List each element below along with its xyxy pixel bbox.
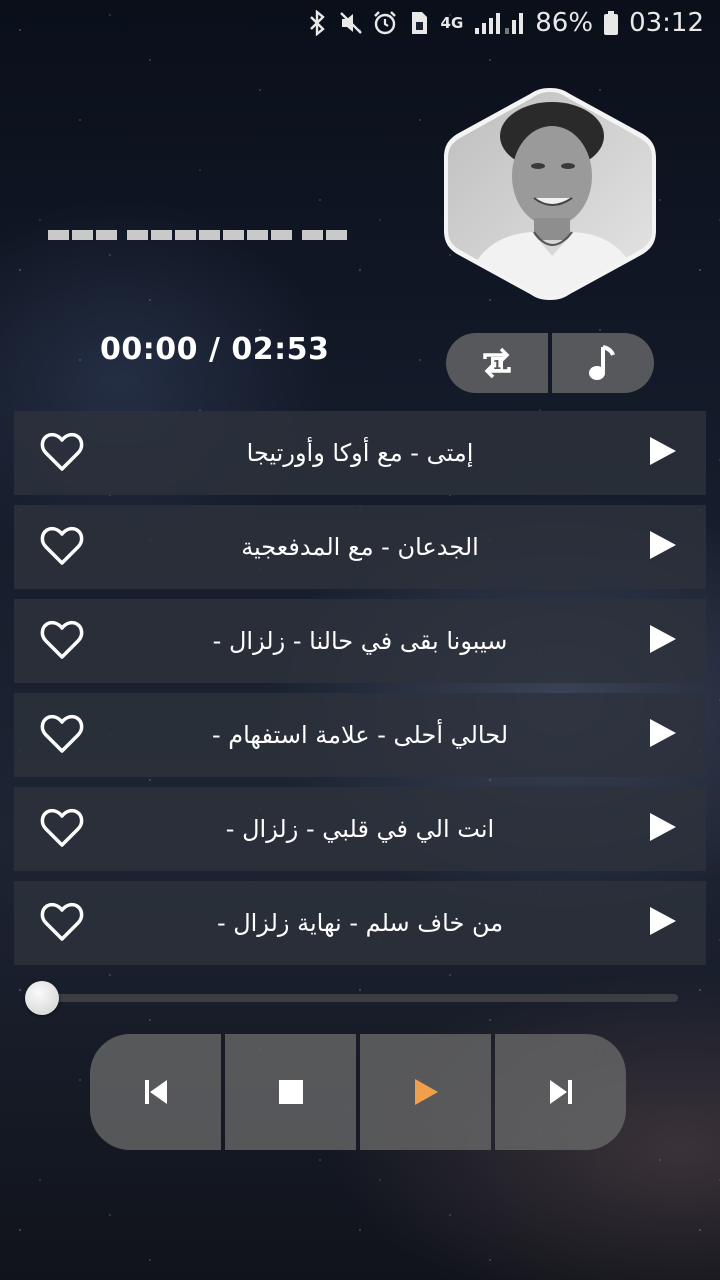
repeat-one-icon: 1 (483, 347, 511, 379)
play-icon[interactable] (650, 625, 676, 653)
alarm-icon (373, 11, 396, 35)
repeat-one-button[interactable]: 1 (446, 333, 548, 393)
sim-icon (411, 12, 427, 34)
stop-button[interactable] (225, 1034, 356, 1150)
skip-next-icon (549, 1080, 572, 1104)
music-note-button[interactable] (552, 333, 654, 393)
track-title: إمتى - مع أوكا وأورتيجا (246, 439, 474, 467)
bluetooth-icon (309, 10, 325, 36)
artist-avatar (442, 86, 658, 302)
play-icon[interactable] (650, 719, 676, 747)
playback-mode-group: 1 (446, 333, 654, 393)
track-row[interactable]: من خاف سلم - نهاية زلزال - (14, 881, 706, 965)
heart-icon[interactable] (38, 523, 86, 571)
track-title: الجدعان - مع المدفعجية (241, 533, 479, 561)
play-button[interactable] (360, 1034, 491, 1150)
track-title: سيبونا بقى في حالنا - زلزال - (212, 627, 508, 655)
heart-icon[interactable] (38, 805, 86, 853)
play-icon (414, 1079, 438, 1105)
track-title: من خاف سلم - نهاية زلزال - (216, 909, 504, 937)
previous-button[interactable] (90, 1034, 221, 1150)
network-type: 4G (440, 14, 464, 32)
play-icon[interactable] (650, 813, 676, 841)
status-time: 03:12 (629, 8, 704, 38)
track-list: إمتى - مع أوكا وأورتيجا الجدعان - مع الم… (14, 411, 706, 975)
next-button[interactable] (495, 1034, 626, 1150)
heart-icon[interactable] (38, 899, 86, 947)
play-icon[interactable] (650, 907, 676, 935)
battery-percent: 86% (535, 8, 594, 38)
track-row[interactable]: سيبونا بقى في حالنا - زلزال - (14, 599, 706, 683)
track-title: لحالي أحلى - علامة استفهام - (211, 721, 509, 749)
music-note-icon (589, 345, 615, 380)
svg-text:1: 1 (493, 358, 501, 372)
mute-icon (339, 12, 362, 34)
battery-icon (604, 11, 619, 35)
signal-icon (475, 13, 524, 34)
seek-bar[interactable] (42, 994, 678, 1002)
heart-icon[interactable] (38, 617, 86, 665)
stop-icon (278, 1080, 303, 1104)
track-title: انت الي في قلبي - زلزال - (225, 815, 495, 843)
skip-previous-icon (144, 1080, 167, 1104)
heart-icon[interactable] (38, 429, 86, 477)
track-row[interactable]: انت الي في قلبي - زلزال - (14, 787, 706, 871)
play-icon[interactable] (650, 531, 676, 559)
play-icon[interactable] (650, 437, 676, 465)
transport-controls (90, 1034, 626, 1150)
seek-handle[interactable] (25, 981, 59, 1015)
status-bar: 4G 86% 03:12 (0, 0, 720, 48)
time-readout: 00:00 / 02:53 (100, 332, 330, 367)
equalizer-visualizer (48, 230, 347, 240)
track-row[interactable]: الجدعان - مع المدفعجية (14, 505, 706, 589)
track-row[interactable]: لحالي أحلى - علامة استفهام - (14, 693, 706, 777)
heart-icon[interactable] (38, 711, 86, 759)
track-row[interactable]: إمتى - مع أوكا وأورتيجا (14, 411, 706, 495)
